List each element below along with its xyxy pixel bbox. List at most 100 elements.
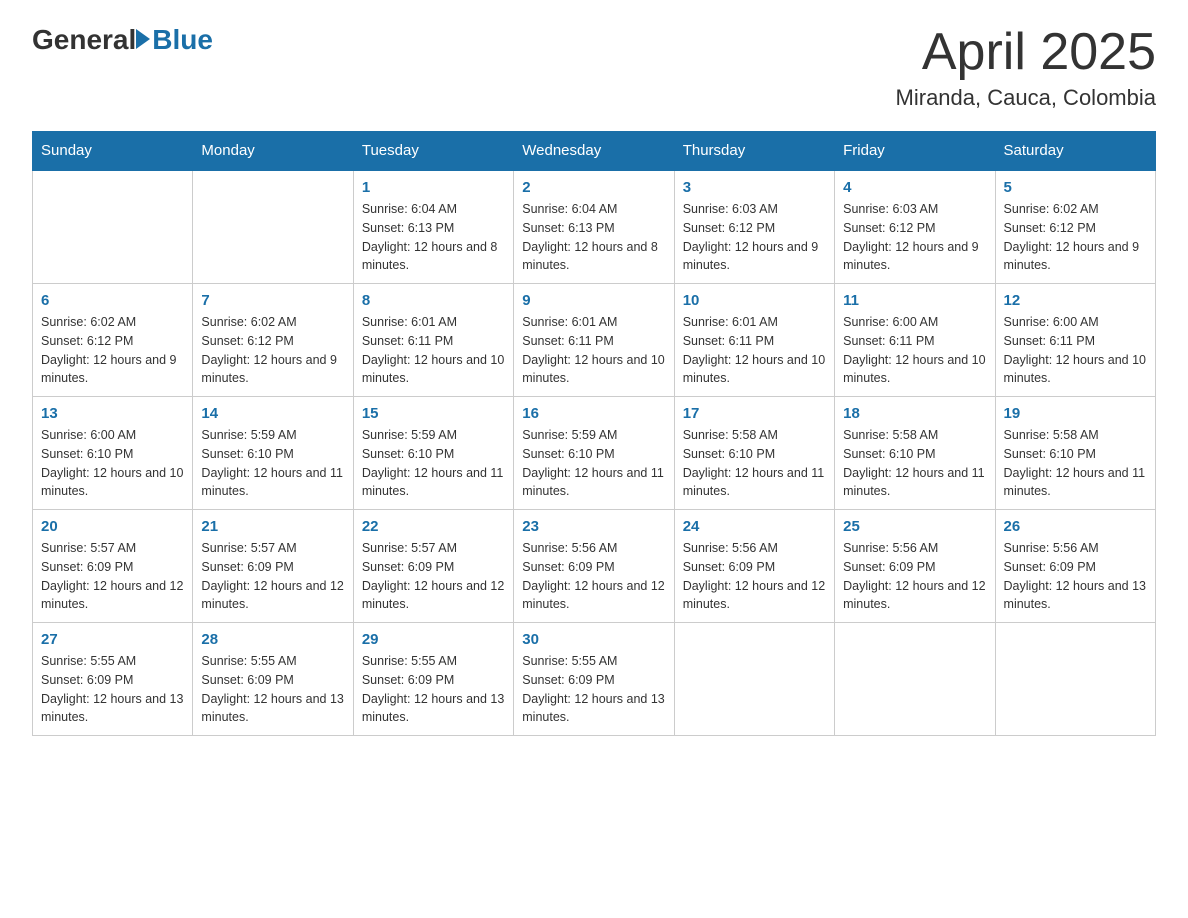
calendar-cell: 5 Sunrise: 6:02 AMSunset: 6:12 PMDaylight… [995,170,1155,284]
calendar-cell: 10 Sunrise: 6:01 AMSunset: 6:11 PMDayligh… [674,284,834,397]
day-number: 30 [522,631,665,648]
day-info: Sunrise: 5:55 AMSunset: 6:09 PMDaylight:… [362,652,505,727]
header-friday: Friday [835,132,995,171]
week-row-2: 13 Sunrise: 6:00 AMSunset: 6:10 PMDayligh… [33,397,1156,510]
day-info: Sunrise: 5:57 AMSunset: 6:09 PMDaylight:… [362,539,505,614]
calendar-cell: 3 Sunrise: 6:03 AMSunset: 6:12 PMDaylight… [674,170,834,284]
day-info: Sunrise: 6:01 AMSunset: 6:11 PMDaylight:… [522,313,665,388]
day-number: 22 [362,518,505,535]
day-number: 25 [843,518,986,535]
title-area: April 2025 Miranda, Cauca, Colombia [896,24,1156,111]
calendar-cell: 28 Sunrise: 5:55 AMSunset: 6:09 PMDayligh… [193,623,353,736]
day-number: 2 [522,179,665,196]
day-number: 16 [522,405,665,422]
day-number: 23 [522,518,665,535]
calendar-cell: 27 Sunrise: 5:55 AMSunset: 6:09 PMDayligh… [33,623,193,736]
calendar-subtitle: Miranda, Cauca, Colombia [896,85,1156,111]
day-number: 21 [201,518,344,535]
day-info: Sunrise: 5:56 AMSunset: 6:09 PMDaylight:… [1004,539,1147,614]
logo-general-text: General [32,24,136,56]
day-info: Sunrise: 5:56 AMSunset: 6:09 PMDaylight:… [522,539,665,614]
calendar-cell: 30 Sunrise: 5:55 AMSunset: 6:09 PMDayligh… [514,623,674,736]
header-sunday: Sunday [33,132,193,171]
day-info: Sunrise: 6:04 AMSunset: 6:13 PMDaylight:… [522,200,665,275]
day-number: 9 [522,292,665,309]
calendar-cell: 12Sunrise: 6:00 AMSunset: 6:11 PMDayligh… [995,284,1155,397]
day-number: 1 [362,179,505,196]
day-number: 18 [843,405,986,422]
day-info: Sunrise: 5:55 AMSunset: 6:09 PMDaylight:… [201,652,344,727]
day-info: Sunrise: 5:58 AMSunset: 6:10 PMDaylight:… [683,426,826,501]
day-info: Sunrise: 6:02 AMSunset: 6:12 PMDaylight:… [41,313,184,388]
day-info: Sunrise: 6:04 AMSunset: 6:13 PMDaylight:… [362,200,505,275]
day-info: Sunrise: 6:03 AMSunset: 6:12 PMDaylight:… [843,200,986,275]
day-info: Sunrise: 6:00 AMSunset: 6:10 PMDaylight:… [41,426,184,501]
calendar-cell: 2 Sunrise: 6:04 AMSunset: 6:13 PMDaylight… [514,170,674,284]
header-wednesday: Wednesday [514,132,674,171]
day-number: 6 [41,292,184,309]
header-saturday: Saturday [995,132,1155,171]
day-number: 5 [1004,179,1147,196]
logo-blue-part: Blue [136,24,213,56]
day-info: Sunrise: 5:58 AMSunset: 6:10 PMDaylight:… [1004,426,1147,501]
day-number: 17 [683,405,826,422]
calendar-cell: 26 Sunrise: 5:56 AMSunset: 6:09 PMDayligh… [995,510,1155,623]
week-row-0: 1 Sunrise: 6:04 AMSunset: 6:13 PMDaylight… [33,170,1156,284]
logo-arrow-icon [136,29,150,49]
week-row-3: 20 Sunrise: 5:57 AMSunset: 6:09 PMDayligh… [33,510,1156,623]
week-row-1: 6 Sunrise: 6:02 AMSunset: 6:12 PMDaylight… [33,284,1156,397]
day-number: 26 [1004,518,1147,535]
calendar-title: April 2025 [896,24,1156,81]
header-monday: Monday [193,132,353,171]
day-number: 28 [201,631,344,648]
calendar-cell [835,623,995,736]
day-info: Sunrise: 5:59 AMSunset: 6:10 PMDaylight:… [522,426,665,501]
day-info: Sunrise: 6:01 AMSunset: 6:11 PMDaylight:… [362,313,505,388]
calendar-cell: 19Sunrise: 5:58 AMSunset: 6:10 PMDayligh… [995,397,1155,510]
calendar-cell: 16 Sunrise: 5:59 AMSunset: 6:10 PMDayligh… [514,397,674,510]
header-tuesday: Tuesday [353,132,513,171]
day-info: Sunrise: 6:00 AMSunset: 6:11 PMDaylight:… [1004,313,1147,388]
day-number: 27 [41,631,184,648]
calendar-cell: 21 Sunrise: 5:57 AMSunset: 6:09 PMDayligh… [193,510,353,623]
day-info: Sunrise: 6:02 AMSunset: 6:12 PMDaylight:… [1004,200,1147,275]
calendar-cell [674,623,834,736]
calendar-cell: 9 Sunrise: 6:01 AMSunset: 6:11 PMDaylight… [514,284,674,397]
calendar-header-row: SundayMondayTuesdayWednesdayThursdayFrid… [33,132,1156,171]
header: General Blue April 2025 Miranda, Cauca, … [32,24,1156,111]
logo-blue-text: Blue [152,24,213,56]
calendar-cell [33,170,193,284]
day-number: 3 [683,179,826,196]
calendar-cell: 7Sunrise: 6:02 AMSunset: 6:12 PMDaylight… [193,284,353,397]
day-number: 10 [683,292,826,309]
calendar-cell: 11 Sunrise: 6:00 AMSunset: 6:11 PMDayligh… [835,284,995,397]
day-number: 29 [362,631,505,648]
calendar-cell: 23 Sunrise: 5:56 AMSunset: 6:09 PMDayligh… [514,510,674,623]
calendar-cell: 18 Sunrise: 5:58 AMSunset: 6:10 PMDayligh… [835,397,995,510]
calendar-cell [995,623,1155,736]
day-info: Sunrise: 5:55 AMSunset: 6:09 PMDaylight:… [522,652,665,727]
day-info: Sunrise: 5:55 AMSunset: 6:09 PMDaylight:… [41,652,184,727]
day-info: Sunrise: 5:59 AMSunset: 6:10 PMDaylight:… [362,426,505,501]
day-info: Sunrise: 6:01 AMSunset: 6:11 PMDaylight:… [683,313,826,388]
header-thursday: Thursday [674,132,834,171]
calendar-cell: 25 Sunrise: 5:56 AMSunset: 6:09 PMDayligh… [835,510,995,623]
day-number: 11 [843,292,986,309]
calendar-cell: 13 Sunrise: 6:00 AMSunset: 6:10 PMDayligh… [33,397,193,510]
day-number: 4 [843,179,986,196]
day-number: 24 [683,518,826,535]
day-info: Sunrise: 5:56 AMSunset: 6:09 PMDaylight:… [843,539,986,614]
day-number: 13 [41,405,184,422]
calendar-cell: 15Sunrise: 5:59 AMSunset: 6:10 PMDayligh… [353,397,513,510]
day-info: Sunrise: 6:03 AMSunset: 6:12 PMDaylight:… [683,200,826,275]
day-info: Sunrise: 5:58 AMSunset: 6:10 PMDaylight:… [843,426,986,501]
day-info: Sunrise: 5:57 AMSunset: 6:09 PMDaylight:… [201,539,344,614]
calendar-cell: 22 Sunrise: 5:57 AMSunset: 6:09 PMDayligh… [353,510,513,623]
day-number: 14 [201,405,344,422]
day-number: 20 [41,518,184,535]
calendar-cell: 1 Sunrise: 6:04 AMSunset: 6:13 PMDaylight… [353,170,513,284]
day-info: Sunrise: 6:02 AMSunset: 6:12 PMDaylight:… [201,313,344,388]
day-info: Sunrise: 6:00 AMSunset: 6:11 PMDaylight:… [843,313,986,388]
calendar-cell: 4 Sunrise: 6:03 AMSunset: 6:12 PMDaylight… [835,170,995,284]
calendar-cell: 14Sunrise: 5:59 AMSunset: 6:10 PMDayligh… [193,397,353,510]
